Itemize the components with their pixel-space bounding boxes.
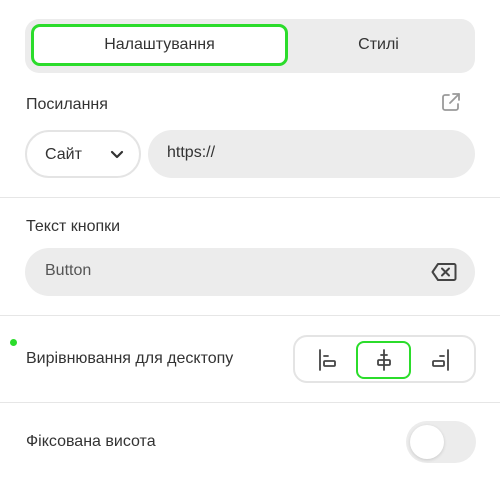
link-label: Посилання (26, 96, 108, 113)
button-text-value: Button (45, 262, 92, 279)
tab-settings-label: Налаштування (104, 36, 215, 53)
alignment-button-group (293, 335, 476, 383)
link-type-select[interactable]: Сайт (25, 130, 141, 178)
tab-styles-label: Стилі (358, 36, 399, 53)
align-left-icon (318, 349, 336, 371)
toggle-knob (410, 425, 444, 459)
align-right-button[interactable] (413, 341, 468, 379)
tab-styles[interactable]: Стилі (288, 24, 469, 66)
align-left-button[interactable] (299, 341, 354, 379)
url-input-value: https:// (167, 144, 216, 161)
button-text-input[interactable]: Button (25, 248, 475, 296)
divider (0, 402, 500, 403)
button-text-label: Текст кнопки (26, 218, 121, 235)
align-center-icon (376, 349, 391, 371)
changed-indicator-dot (10, 339, 17, 346)
chevron-down-icon (110, 150, 124, 159)
tab-settings[interactable]: Налаштування (31, 24, 288, 66)
divider (0, 315, 500, 316)
url-input[interactable]: https:// (148, 130, 475, 178)
alignment-label: Вирівнювання для десктопу (26, 350, 234, 367)
align-right-icon (431, 349, 449, 371)
settings-tabs: Налаштування Стилі (25, 19, 475, 73)
align-center-button[interactable] (356, 341, 411, 379)
divider (0, 197, 500, 198)
fixed-height-label: Фіксована висота (26, 433, 156, 450)
clear-input-icon[interactable] (431, 262, 457, 282)
fixed-height-toggle[interactable] (406, 421, 476, 463)
link-type-value: Сайт (45, 146, 82, 163)
external-link-icon[interactable] (440, 91, 462, 113)
